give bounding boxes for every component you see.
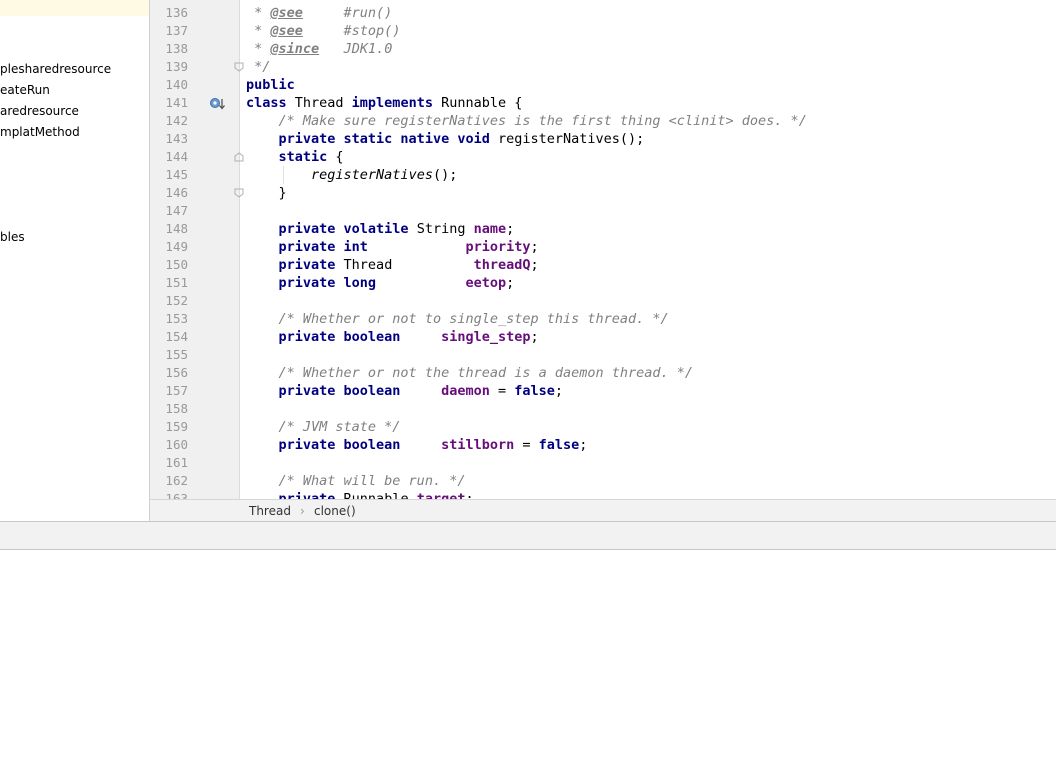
breadcrumb-separator-icon: › (300, 504, 305, 518)
line-number: 148 (165, 221, 188, 236)
code-line-138[interactable]: * @since JDK1.0 (246, 40, 392, 58)
code-line-139[interactable]: */ (246, 58, 270, 76)
code-line-145[interactable]: registerNatives(); (246, 166, 457, 184)
fold-marker-icon[interactable] (234, 62, 244, 72)
line-number: 162 (165, 473, 188, 488)
line-number: 137 (165, 23, 188, 38)
line-number: 154 (165, 329, 188, 344)
breadcrumb: Thread › clone() (150, 499, 1056, 522)
line-number: 161 (165, 455, 188, 470)
line-number: 138 (165, 41, 188, 56)
code-line-141[interactable]: class Thread implements Runnable { (246, 94, 522, 112)
project-tree-panel: plesharedresource eateRun aredresource m… (0, 0, 150, 521)
code-line-142[interactable]: /* Make sure registerNatives is the firs… (246, 112, 807, 130)
line-number: 147 (165, 203, 188, 218)
code-line-153[interactable]: /* Whether or not to single_step this th… (246, 310, 669, 328)
gutter-divider (239, 0, 240, 499)
line-number: 149 (165, 239, 188, 254)
line-number: 146 (165, 185, 188, 200)
fold-marker-icon[interactable] (234, 188, 244, 198)
line-number: 160 (165, 437, 188, 452)
code-line-151[interactable]: private long eetop; (246, 274, 515, 292)
line-number: 155 (165, 347, 188, 362)
tree-item[interactable]: bles (0, 230, 25, 244)
line-number: 163 (165, 491, 188, 499)
line-number: 152 (165, 293, 188, 308)
code-line-162[interactable]: /* What will be run. */ (246, 472, 466, 490)
code-line-157[interactable]: private boolean daemon = false; (246, 382, 564, 400)
code-line-154[interactable]: private boolean single_step; (246, 328, 539, 346)
line-number: 158 (165, 401, 188, 416)
code-line-159[interactable]: /* JVM state */ (246, 418, 401, 436)
code-line-156[interactable]: /* Whether or not the thread is a daemon… (246, 364, 694, 382)
code-line-146[interactable]: } (246, 184, 287, 202)
code-line-136[interactable]: * @see #run() (246, 4, 392, 22)
line-number: 156 (165, 365, 188, 380)
code-editor[interactable]: 136 137 138 139 140 141 142 143 144 145 … (150, 0, 1056, 499)
javadoc-ref: #run() (343, 5, 393, 21)
code-line-140[interactable]: public (246, 76, 295, 94)
javadoc-ref: #stop() (343, 23, 401, 39)
tool-window-content[interactable] (0, 550, 1056, 784)
breadcrumb-method[interactable]: clone() (314, 504, 356, 518)
code-line-148[interactable]: private volatile String name; (246, 220, 515, 238)
code-line-143[interactable]: private static native void registerNativ… (246, 130, 645, 148)
line-number: 159 (165, 419, 188, 434)
javadoc-tag: @see (270, 5, 303, 21)
tree-item[interactable]: mplatMethod (0, 125, 80, 139)
selected-tree-row[interactable] (0, 0, 149, 16)
line-number: 139 (165, 59, 188, 74)
code-line-144[interactable]: static { (246, 148, 344, 166)
code-line-150[interactable]: private Thread threadQ; (246, 256, 539, 274)
tree-item[interactable]: eateRun (0, 83, 50, 97)
line-number: 157 (165, 383, 188, 398)
line-number: 151 (165, 275, 188, 290)
javadoc-ref: JDK1.0 (343, 41, 393, 57)
line-number: 140 (165, 77, 188, 92)
code-line-149[interactable]: private int priority; (246, 238, 539, 256)
line-number: 143 (165, 131, 188, 146)
code-line-137[interactable]: * @see #stop() (246, 22, 400, 40)
tree-item[interactable]: plesharedresource (0, 62, 111, 76)
line-number: 136 (165, 5, 188, 20)
fold-marker-icon[interactable] (234, 152, 244, 162)
javadoc-tag: @see (270, 23, 303, 39)
line-number: 142 (165, 113, 188, 128)
tree-item[interactable]: aredresource (0, 104, 79, 118)
breadcrumb-class[interactable]: Thread (249, 504, 291, 518)
line-number: 145 (165, 167, 188, 182)
javadoc-tag: @since (270, 41, 320, 57)
code-line-160[interactable]: private boolean stillborn = false; (246, 436, 588, 454)
implemented-interface-icon[interactable] (210, 96, 226, 110)
line-number: 144 (165, 149, 188, 164)
line-number: 141 (165, 95, 188, 110)
code-line-163[interactable]: private Runnable target; (246, 490, 474, 499)
tool-window-header[interactable] (0, 521, 1056, 550)
line-number: 150 (165, 257, 188, 272)
line-number: 153 (165, 311, 188, 326)
